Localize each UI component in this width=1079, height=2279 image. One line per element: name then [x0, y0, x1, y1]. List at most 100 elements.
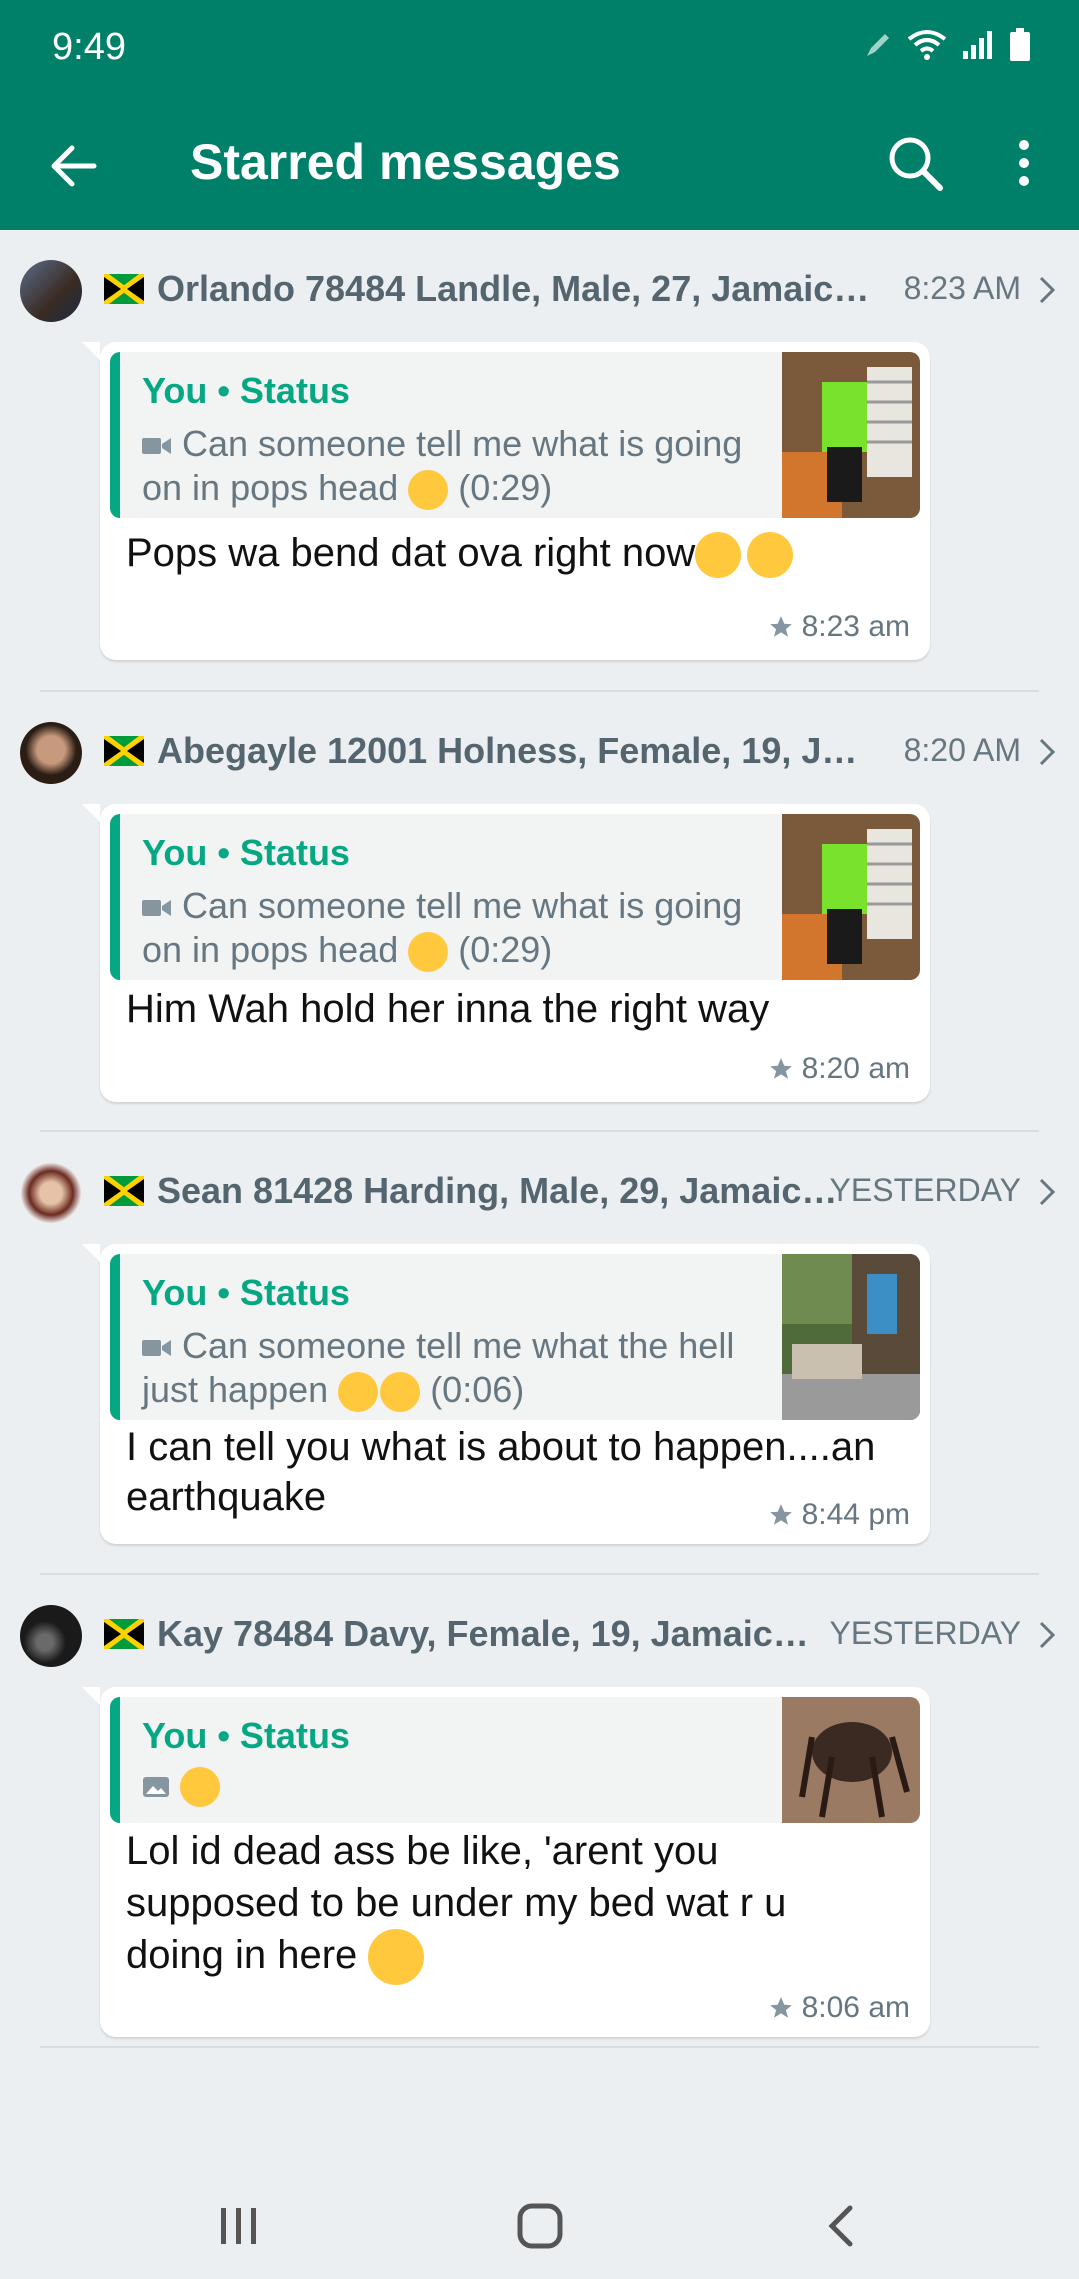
chevron-right-icon[interactable]	[1033, 1617, 1063, 1653]
app-bar: Starred messages	[0, 100, 1079, 230]
jamaica-flag-icon	[104, 1619, 144, 1649]
star-icon	[769, 1504, 792, 1525]
star-icon	[769, 616, 792, 637]
quote-text: Can someone tell me what is going on in …	[142, 884, 762, 973]
message-body: Lol id dead ass be like, 'arent you supp…	[126, 1829, 787, 1977]
crying-laughing-emoji-icon	[338, 1372, 379, 1413]
avatar[interactable]	[20, 722, 82, 784]
message-text: Him Wah hold her inna the right way	[126, 987, 770, 1031]
page-title: Starred messages	[190, 134, 621, 190]
chevron-right-icon[interactable]	[1033, 272, 1063, 308]
message-bubble[interactable]: You • Status Can someone tell me what is…	[82, 342, 930, 660]
header-time: YESTERDAY	[829, 1172, 1021, 1208]
item-header[interactable]: Orlando 78484 Landle, Male, 27, Jamaica,…	[0, 230, 1079, 340]
header-time: YESTERDAY	[829, 1615, 1021, 1651]
video-icon	[142, 900, 171, 917]
jamaica-flag-icon	[104, 274, 144, 304]
message-text: Pops wa bend dat ova right now	[126, 528, 794, 579]
quote-duration: (0:06)	[430, 1369, 525, 1410]
star-icon	[769, 1058, 792, 1079]
tears-of-joy-emoji-icon	[408, 932, 449, 973]
quote-accent-bar	[110, 1254, 120, 1420]
item-header[interactable]: Abegayle 12001 Holness, Female, 19, Jam.…	[0, 692, 1079, 802]
chevron-right-icon[interactable]	[1033, 1174, 1063, 1210]
starred-item[interactable]: Orlando 78484 Landle, Male, 27, Jamaica,…	[0, 230, 1079, 692]
avatar[interactable]	[20, 1162, 82, 1224]
jamaica-flag-icon	[104, 1176, 144, 1206]
back-arrow-icon[interactable]	[42, 134, 106, 198]
message-meta: 8:06 am	[768, 1991, 910, 2025]
message-meta: 8:20 am	[768, 1052, 910, 1086]
sender-name: Abegayle 12001 Holness, Female, 19, Jam.…	[157, 730, 875, 771]
quote-text: Can someone tell me what is going on in …	[142, 422, 762, 511]
signal-icon	[963, 31, 992, 59]
home-icon[interactable]	[516, 2202, 564, 2250]
video-icon	[142, 438, 171, 455]
starred-item[interactable]: Kay 78484 Davy, Female, 19, Jamaica,... …	[0, 1575, 1079, 2279]
quoted-status[interactable]: You • Status Can someone tell me what is…	[110, 814, 920, 980]
avatar[interactable]	[20, 260, 82, 322]
quoted-status[interactable]: You • Status Can someone tell me what is…	[110, 352, 920, 518]
status-thumbnail[interactable]	[782, 352, 920, 518]
message-bubble[interactable]: You • Status Can someone tell me what is…	[82, 804, 930, 1102]
quote-author: You • Status	[142, 1272, 350, 1313]
status-thumbnail[interactable]	[782, 1697, 920, 1823]
quote-author: You • Status	[142, 1715, 350, 1756]
status-thumbnail[interactable]	[782, 814, 920, 980]
sender-name: Kay 78484 Davy, Female, 19, Jamaica,...	[157, 1613, 817, 1654]
message-bubble[interactable]: You • Status Can someone tell me what th…	[82, 1244, 930, 1544]
message-time: 8:44 pm	[801, 1498, 910, 1531]
quoted-status[interactable]: You • Status	[110, 1697, 920, 1823]
image-icon	[143, 1777, 169, 1798]
status-time: 9:49	[52, 26, 126, 68]
quote-author: You • Status	[142, 370, 350, 411]
item-header[interactable]: Kay 78484 Davy, Female, 19, Jamaica,... …	[0, 1575, 1079, 1685]
starred-item[interactable]: Sean 81428 Harding, Male, 29, Jamaica,..…	[0, 1132, 1079, 1575]
quoted-status[interactable]: You • Status Can someone tell me what th…	[110, 1254, 920, 1420]
tears-of-joy-emoji-icon	[408, 470, 449, 511]
video-icon	[142, 1340, 171, 1357]
pen-icon	[867, 34, 889, 56]
more-options-icon[interactable]	[996, 128, 1052, 198]
rolling-laughing-emoji-icon	[747, 532, 794, 579]
header-time: 8:20 AM	[903, 732, 1021, 768]
quote-text	[142, 1763, 762, 1808]
header-time: 8:23 AM	[903, 270, 1021, 306]
star-icon	[769, 1997, 792, 2018]
quote-duration: (0:29)	[458, 929, 553, 970]
status-icons	[863, 28, 1031, 62]
message-time: 8:06 am	[801, 1991, 910, 2024]
message-bubble[interactable]: You • Status Lol id dead ass be like, 'a…	[82, 1687, 930, 2037]
message-time: 8:20 am	[801, 1052, 910, 1085]
sender-name: Orlando 78484 Landle, Male, 27, Jamaica,…	[157, 268, 875, 309]
quote-accent-bar	[110, 814, 120, 980]
message-time: 8:23 am	[801, 610, 910, 643]
rolling-laughing-emoji-icon	[695, 532, 742, 579]
divider	[40, 2046, 1039, 2048]
sender-name: Sean 81428 Harding, Male, 29, Jamaica,..…	[157, 1170, 847, 1211]
wifi-icon	[907, 30, 947, 60]
back-icon[interactable]	[822, 2202, 862, 2250]
quote-duration: (0:29)	[458, 467, 553, 508]
fearful-face-emoji-icon	[180, 1767, 221, 1808]
battery-icon	[1010, 28, 1030, 61]
jamaica-flag-icon	[104, 736, 144, 766]
rolling-laughing-emoji-icon	[380, 1372, 421, 1413]
message-meta: 8:23 am	[768, 610, 910, 644]
quote-author: You • Status	[142, 832, 350, 873]
status-thumbnail[interactable]	[782, 1254, 920, 1420]
avatar[interactable]	[20, 1605, 82, 1667]
quote-text: Can someone tell me what the hell just h…	[142, 1324, 762, 1413]
raised-eyebrow-emoji-icon	[368, 1929, 425, 1986]
message-meta: 8:44 pm	[768, 1498, 910, 1532]
recent-apps-icon[interactable]	[215, 2204, 263, 2248]
chevron-right-icon[interactable]	[1033, 734, 1063, 770]
message-body: Pops wa bend dat ova right now	[126, 531, 696, 575]
message-text: Lol id dead ass be like, 'arent you supp…	[126, 1825, 826, 1986]
starred-item[interactable]: Abegayle 12001 Holness, Female, 19, Jam.…	[0, 692, 1079, 1132]
search-icon[interactable]	[880, 128, 950, 198]
quote-accent-bar	[110, 352, 120, 518]
quote-accent-bar	[110, 1697, 120, 1823]
item-header[interactable]: Sean 81428 Harding, Male, 29, Jamaica,..…	[0, 1132, 1079, 1242]
system-navigation-bar	[0, 2170, 1079, 2279]
